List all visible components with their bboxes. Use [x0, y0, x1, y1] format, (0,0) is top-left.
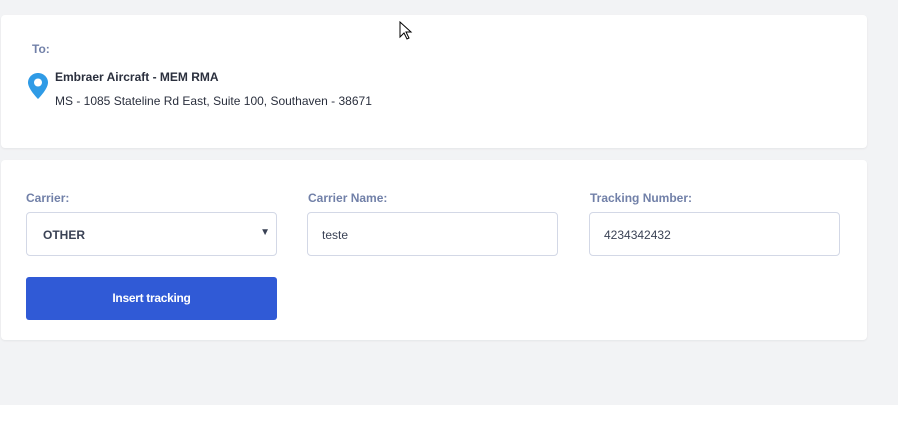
- destination-name: Embraer Aircraft - MEM RMA: [55, 70, 219, 84]
- carrier-select[interactable]: OTHER ▼: [26, 212, 277, 256]
- destination-card: To: Embraer Aircraft - MEM RMA MS - 1085…: [1, 15, 867, 148]
- to-label: To:: [32, 42, 50, 56]
- carrier-label: Carrier:: [26, 191, 70, 205]
- insert-tracking-button[interactable]: Insert tracking: [26, 277, 277, 320]
- mouse-cursor-icon: [399, 21, 413, 40]
- chevron-down-icon: ▼: [260, 227, 270, 238]
- carrier-name-label: Carrier Name:: [308, 191, 388, 205]
- destination-address: MS - 1085 Stateline Rd East, Suite 100, …: [55, 94, 372, 108]
- tracking-number-input[interactable]: 4234342432: [589, 212, 840, 256]
- tracking-number-label: Tracking Number:: [590, 191, 693, 205]
- map-pin-icon: [28, 73, 48, 99]
- carrier-name-input[interactable]: teste: [307, 212, 558, 256]
- tracking-form-card: Carrier: OTHER ▼ Carrier Name: teste Trac…: [1, 160, 867, 340]
- carrier-value: OTHER: [43, 228, 85, 242]
